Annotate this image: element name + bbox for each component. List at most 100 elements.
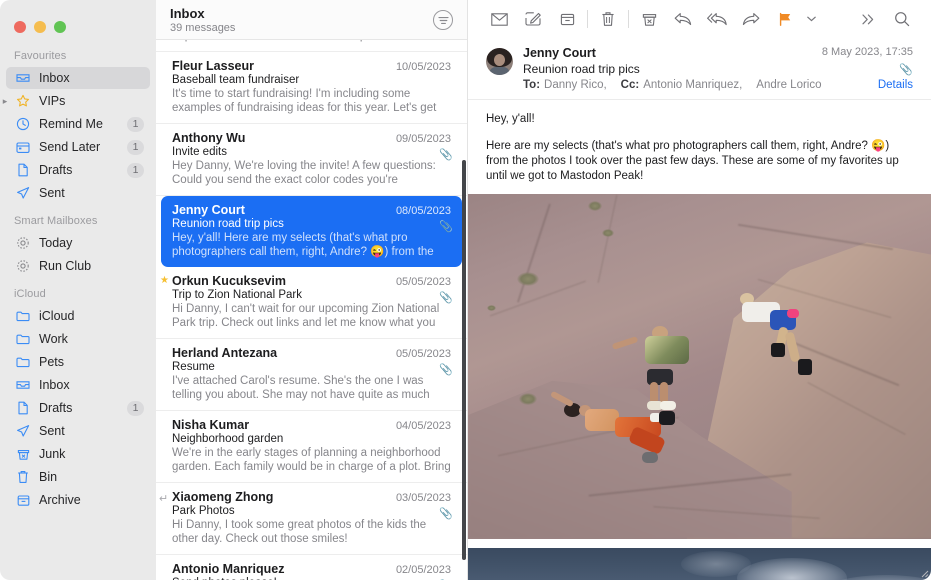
close-button[interactable]	[14, 21, 26, 33]
sidebar-item-archive[interactable]: Archive	[6, 489, 150, 511]
inbox-icon	[14, 70, 32, 86]
message-date: 10/05/2023	[396, 61, 451, 73]
list-item[interactable]: Jenny Court 08/05/2023 Reunion road trip…	[161, 196, 462, 267]
message-meta: 8 May 2023, 17:35 📎	[822, 46, 913, 76]
sidebar-item-label: Drafts	[39, 163, 127, 177]
message-subject: Resume	[172, 361, 451, 373]
sidebar-item-label: Drafts	[39, 401, 127, 415]
attachment-spacer	[468, 539, 931, 548]
unread-badge: 1	[127, 401, 144, 416]
reply-arrow-icon: ↵	[159, 492, 168, 505]
list-item[interactable]: ↵ Xiaomeng Zhong 03/05/2023 Park Photos …	[156, 483, 467, 555]
sidebar-item-label: Remind Me	[39, 117, 127, 131]
message-subject: Reunion road trip pics	[172, 218, 451, 230]
sidebar-item-junk[interactable]: Junk	[6, 443, 150, 465]
minimize-button[interactable]	[34, 21, 46, 33]
reading-pane: Jenny Court Reunion road trip pics To: D…	[468, 0, 931, 580]
sidebar-item-send-later[interactable]: Send Later 1	[6, 136, 150, 158]
message-date: 05/05/2023	[396, 348, 451, 360]
document-icon	[14, 162, 32, 178]
message-count: 39 messages	[170, 21, 235, 35]
to-label: To:	[523, 79, 540, 91]
message-recipients: To: Danny Rico, Cc: Antonio Manriquez, A…	[523, 79, 913, 91]
sidebar-item-drafts[interactable]: Drafts 1	[6, 159, 150, 181]
sidebar-item-label: iCloud	[39, 309, 150, 323]
message-preview: I've attached Carol's resume. She's the …	[172, 374, 451, 402]
sidebar-item-icloud[interactable]: iCloud	[6, 305, 150, 327]
list-item[interactable]: Nisha Kumar 04/05/2023 Neighborhood gard…	[156, 411, 467, 483]
resize-handle[interactable]	[919, 568, 929, 578]
more-toolbar-button[interactable]	[851, 4, 885, 34]
chevron-down-icon[interactable]	[802, 4, 820, 34]
chevron-right-icon[interactable]: ▸	[0, 96, 10, 107]
zoom-button[interactable]	[54, 21, 66, 33]
star-icon: ★	[160, 275, 169, 286]
sidebar-item-icloud-inbox[interactable]: Inbox	[6, 374, 150, 396]
sidebar-item-sent[interactable]: Sent	[6, 182, 150, 204]
sidebar-item-label: Inbox	[39, 378, 150, 392]
sidebar-item-label: Today	[39, 236, 150, 250]
sidebar-section-icloud-title: iCloud	[0, 278, 156, 304]
unread-badge: 1	[127, 163, 144, 178]
message-sender: Herland Antezana	[172, 346, 277, 360]
list-item[interactable]: Fleur Lasseur 10/05/2023 Baseball team f…	[156, 52, 467, 124]
paperplane-icon	[14, 423, 32, 439]
list-item[interactable]: Hi Danny, Here's a reference image for t…	[156, 40, 467, 52]
sidebar-item-run-club[interactable]: Run Club	[6, 255, 150, 277]
mark-unread-button[interactable]	[482, 4, 516, 34]
sidebar-section-smart-mailboxes-title: Smart Mailboxes	[0, 205, 156, 231]
filter-icon[interactable]	[433, 10, 453, 30]
message-list-scrollbar[interactable]	[462, 160, 466, 560]
compose-button[interactable]	[516, 4, 550, 34]
list-item[interactable]: Herland Antezana 05/05/2023 Resume I've …	[156, 339, 467, 411]
paperclip-icon: 📎	[439, 220, 453, 233]
paperclip-icon: 📎	[439, 363, 453, 376]
forward-button[interactable]	[734, 4, 768, 34]
cc-value-2: Andre Lorico	[756, 79, 821, 91]
sidebar-item-work[interactable]: Work	[6, 328, 150, 350]
trash-icon	[14, 469, 32, 485]
paperclip-icon: 📎	[439, 148, 453, 161]
flag-button[interactable]	[768, 4, 802, 34]
calendar-icon	[14, 139, 32, 155]
message-list-scroll-area[interactable]: Hi Danny, Here's a reference image for t…	[156, 40, 467, 580]
delete-button[interactable]	[591, 4, 625, 34]
sidebar-item-vips[interactable]: ▸ VIPs	[6, 90, 150, 112]
message-sender: Anthony Wu	[172, 131, 245, 145]
sidebar-item-icloud-drafts[interactable]: Drafts 1	[6, 397, 150, 419]
reply-all-button[interactable]	[700, 4, 734, 34]
list-item[interactable]: Anthony Wu 09/05/2023 Invite edits Hey D…	[156, 124, 467, 196]
junk-button[interactable]	[632, 4, 666, 34]
message-date: 03/05/2023	[396, 492, 451, 504]
paperclip-icon: 📎	[439, 507, 453, 520]
sidebar-item-bin[interactable]: Bin	[6, 466, 150, 488]
photo-sky[interactable]	[468, 548, 931, 580]
paperplane-icon	[14, 185, 32, 201]
sidebar-item-icloud-sent[interactable]: Sent	[6, 420, 150, 442]
photo-rock-climbers[interactable]	[468, 194, 931, 539]
sidebar-item-label: Sent	[39, 186, 150, 200]
archive-button[interactable]	[550, 4, 584, 34]
star-icon	[14, 93, 32, 109]
mail-window: Favourites Inbox ▸ VIPs Remind Me 1	[0, 0, 931, 580]
sidebar-item-label: Work	[39, 332, 150, 346]
message-sender: Orkun Kucuksevim	[172, 274, 286, 288]
list-item[interactable]: Antonio Manriquez 02/05/2023 Send photos…	[156, 555, 467, 580]
message-body[interactable]: Hey, y'all! Here are my selects (that's …	[468, 100, 931, 580]
message-preview: Hi Danny, I took some great photos of th…	[172, 518, 451, 546]
cc-label: Cc:	[621, 79, 640, 91]
sidebar-item-pets[interactable]: Pets	[6, 351, 150, 373]
list-item[interactable]: ★ Orkun Kucuksevim 05/05/2023 Trip to Zi…	[156, 267, 467, 339]
document-icon	[14, 400, 32, 416]
unread-badge: 1	[127, 140, 144, 155]
message-date: 02/05/2023	[396, 564, 451, 576]
message-subject: Park Photos	[172, 505, 451, 517]
message-timestamp: 8 May 2023, 17:35	[822, 46, 913, 58]
sidebar-item-inbox[interactable]: Inbox	[6, 67, 150, 89]
archive-icon	[14, 492, 32, 508]
sidebar-item-remind-me[interactable]: Remind Me 1	[6, 113, 150, 135]
details-link[interactable]: Details	[878, 79, 913, 91]
sidebar-item-today[interactable]: Today	[6, 232, 150, 254]
search-icon[interactable]	[885, 4, 919, 34]
reply-button[interactable]	[666, 4, 700, 34]
